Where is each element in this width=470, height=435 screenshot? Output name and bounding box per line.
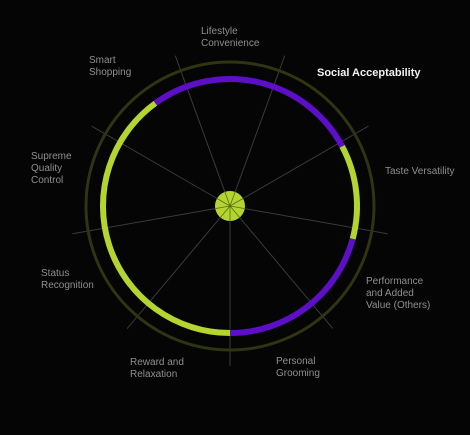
label-status-recognition[interactable]: Status Recognition <box>41 268 94 292</box>
label-supreme-quality-control[interactable]: Supreme Quality Control <box>31 151 72 187</box>
label-smart-shopping[interactable]: Smart Shopping <box>89 55 131 79</box>
spoke-line <box>72 208 216 235</box>
center-hub <box>215 191 245 221</box>
spoke-line <box>174 55 226 193</box>
spoke-line <box>244 208 388 235</box>
label-social-acceptability[interactable]: Social Acceptability <box>317 67 421 80</box>
label-taste-versatility[interactable]: Taste Versatility <box>385 166 454 178</box>
label-performance-added-value[interactable]: Performance and Added Value (Others) <box>366 276 430 312</box>
spoke-line <box>239 217 334 329</box>
arc-green-left <box>100 100 231 336</box>
wheel-graphic <box>72 55 388 366</box>
spoke-line <box>234 55 286 193</box>
label-lifestyle-convenience[interactable]: Lifestyle Convenience <box>201 26 259 50</box>
label-personal-grooming[interactable]: Personal Grooming <box>276 356 320 380</box>
arc-green-right <box>339 144 360 240</box>
spoke-line <box>126 217 221 329</box>
label-reward-relaxation[interactable]: Reward and Relaxation <box>130 357 184 381</box>
arc-purple-bottom-right <box>229 238 356 336</box>
wheel-diagram: Lifestyle Convenience Social Acceptabili… <box>0 0 470 435</box>
